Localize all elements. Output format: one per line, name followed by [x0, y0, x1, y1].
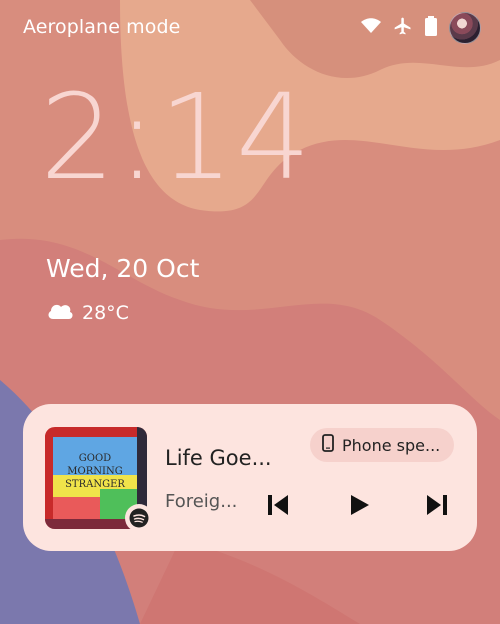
previous-button[interactable]: [263, 492, 293, 522]
album-line-1: GOOD: [79, 453, 111, 464]
status-icons: [361, 12, 481, 44]
track-title: Life Goe...: [165, 446, 272, 470]
lockscreen-date: Wed, 20 Oct: [46, 254, 200, 283]
output-device-label: Phone spe...: [342, 435, 441, 455]
avatar[interactable]: [449, 12, 481, 44]
status-bar: Aeroplane mode: [0, 0, 500, 56]
phone-icon: [322, 434, 334, 456]
temperature: 28°C: [82, 301, 129, 324]
lockscreen-clock: 2:14: [40, 68, 313, 206]
spotify-icon: [125, 504, 153, 532]
airplane-mode-label: Aeroplane mode: [23, 16, 181, 38]
previous-icon: [266, 493, 290, 521]
album-line-2: MORNING: [67, 466, 122, 477]
media-player-card[interactable]: GOOD MORNING STRANGER Life Goe... Foreig…: [23, 404, 477, 551]
next-button[interactable]: [422, 492, 452, 522]
next-icon: [425, 493, 449, 521]
track-artist: Foreig...: [165, 491, 238, 512]
play-icon: [347, 493, 371, 521]
album-line-3: STRANGER: [65, 479, 125, 490]
weather-widget: 28°C: [46, 300, 129, 325]
play-button[interactable]: [344, 492, 374, 522]
airplane-icon: [393, 16, 413, 40]
wifi-icon: [361, 18, 381, 38]
output-device-chip[interactable]: Phone spe...: [310, 428, 455, 462]
cloud-icon: [46, 300, 74, 325]
battery-icon: [425, 16, 437, 40]
